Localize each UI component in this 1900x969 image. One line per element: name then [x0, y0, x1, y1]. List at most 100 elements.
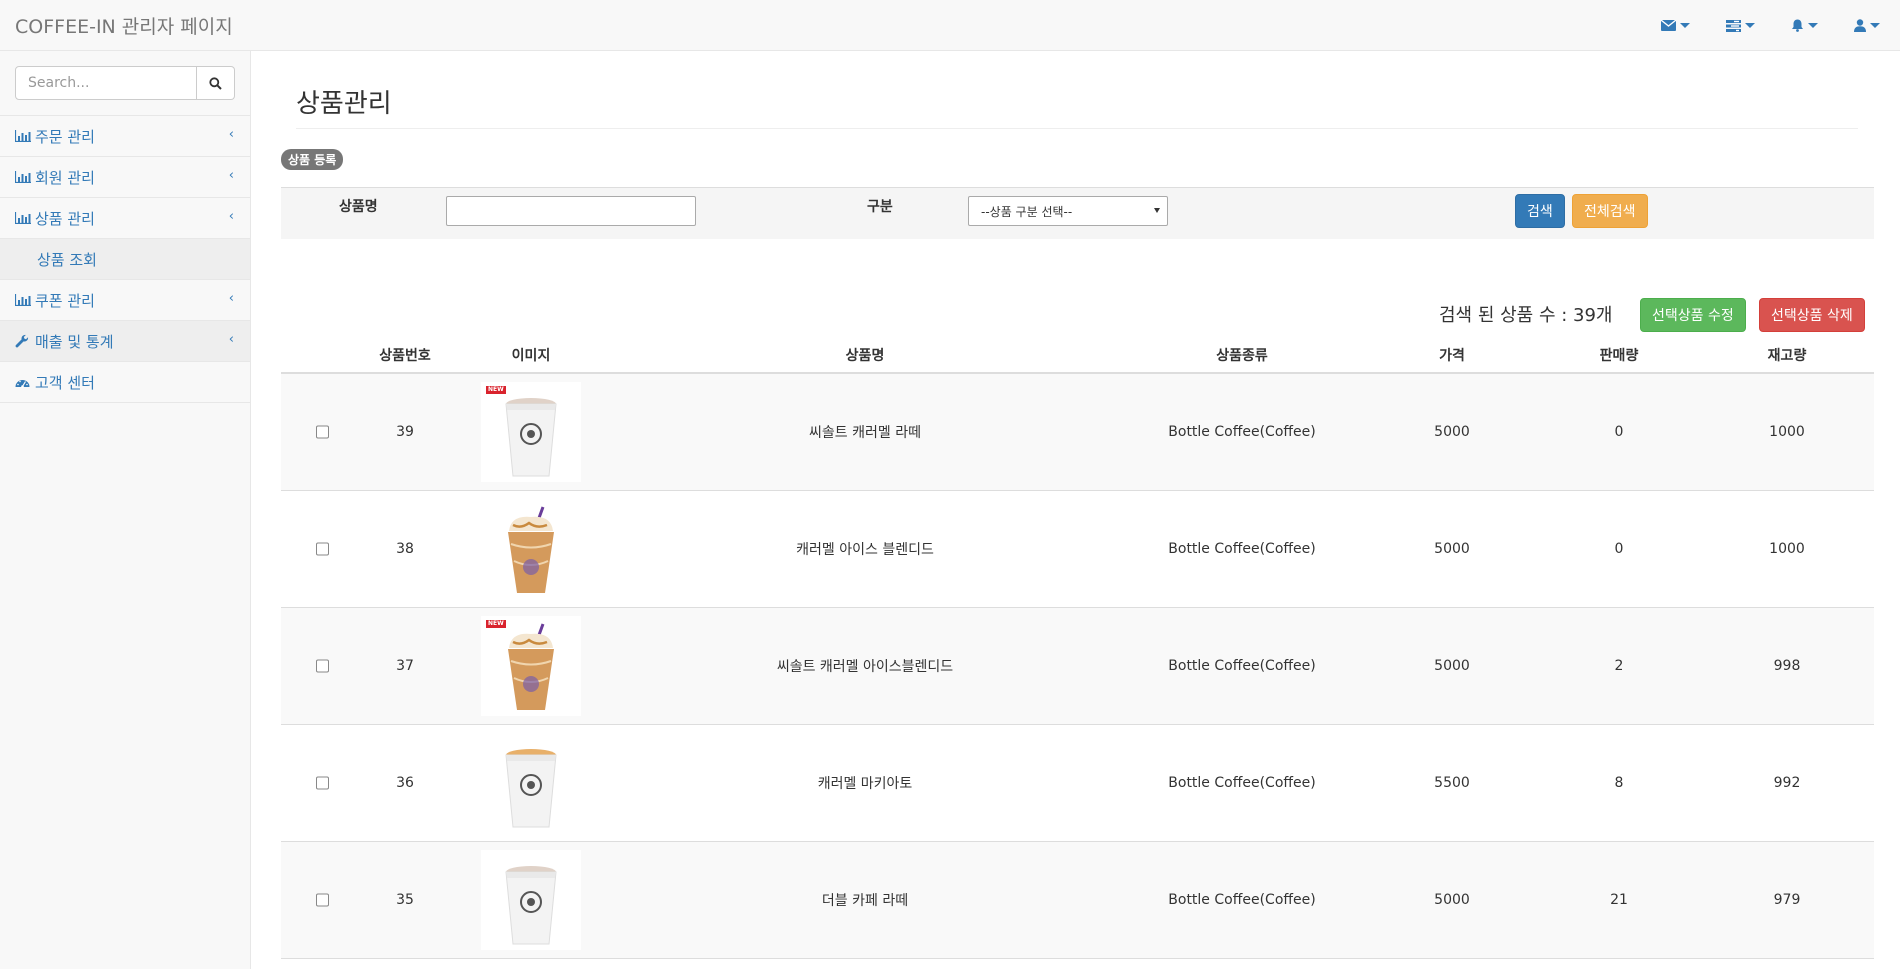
bar-chart-icon — [15, 130, 33, 142]
table-row: 36 캐러멜 마키아토 Bottle Coffee(Coffee) 5500 8 992 — [281, 725, 1874, 842]
row-checkbox[interactable] — [316, 425, 329, 439]
tasks-icon — [1726, 19, 1741, 32]
table-header: 상품번호 이미지 상품명 상품종류 가격 판매량 재고량 — [281, 338, 1874, 374]
new-badge: NEW — [486, 386, 506, 394]
cell-price: 5000 — [1434, 658, 1470, 674]
top-navbar: COFFEE-IN 관리자 페이지 — [0, 0, 1900, 51]
table-row: 38 캐러멜 아이스 블렌디드 Bottle Coffee(Coffee) 5000 0… — [281, 491, 1874, 608]
search-all-button[interactable]: 전체검색 — [1572, 194, 1648, 228]
cell-sold: 2 — [1614, 658, 1624, 674]
chevron-down-icon — [1870, 23, 1880, 28]
chevron-down-icon — [1154, 208, 1160, 213]
product-image: NEW — [481, 382, 581, 482]
product-type-selected: --상품 구분 선택-- — [981, 205, 1073, 219]
product-type-label: 구분 — [867, 199, 893, 215]
row-checkbox[interactable] — [316, 776, 329, 790]
cell-stock: 979 — [1773, 892, 1801, 908]
bar-chart-icon — [15, 171, 33, 183]
chevron-down-icon — [1745, 23, 1755, 28]
cell-stock: 992 — [1773, 775, 1801, 791]
column-header: 재고량 — [1767, 348, 1807, 364]
user-icon — [1854, 19, 1866, 32]
brand-title[interactable]: COFFEE-IN 관리자 페이지 — [15, 12, 233, 39]
row-checkbox[interactable] — [316, 542, 329, 556]
chevron-left-icon: ‹ — [228, 291, 234, 306]
product-image — [481, 850, 581, 950]
cell-id: 36 — [396, 775, 414, 791]
result-count: 검색 된 상품 수 : 39개 — [1439, 305, 1613, 326]
cell-name: 씨솔트 캐러멜 아이스블렌디드 — [776, 659, 954, 675]
sidebar-item-customer-center[interactable]: 고객 센터 — [0, 362, 250, 403]
cell-type: Bottle Coffee(Coffee) — [1168, 892, 1316, 908]
sidebar-search — [0, 51, 250, 116]
sidebar-item-members[interactable]: 회원 관리 ‹ — [0, 157, 250, 198]
cell-id: 37 — [396, 658, 414, 674]
cell-type: Bottle Coffee(Coffee) — [1168, 424, 1316, 440]
sidebar: 주문 관리 ‹ 회원 관리 ‹ 상품 관리 ‹ 상품 조회 쿠폰 관리 ‹ 매출… — [0, 51, 251, 969]
chevron-left-icon: ‹ — [228, 127, 234, 142]
cell-name: 캐러멜 아이스 블렌디드 — [796, 542, 934, 558]
column-header: 상품명 — [845, 348, 885, 364]
column-header: 이미지 — [511, 348, 551, 364]
bell-icon — [1792, 19, 1803, 32]
cell-sold: 0 — [1614, 541, 1624, 557]
sidebar-item-label: 매출 및 통계 — [35, 332, 114, 351]
tasks-dropdown[interactable] — [1726, 19, 1755, 32]
product-image — [481, 499, 581, 599]
product-table: 상품번호 이미지 상품명 상품종류 가격 판매량 재고량 NEW 39 씨솔트 캐러… — [281, 338, 1874, 959]
cell-name: 더블 카페 라떼 — [821, 893, 909, 909]
cell-sold: 0 — [1614, 424, 1624, 440]
sidebar-item-label: 회원 관리 — [35, 168, 95, 187]
dashboard-icon — [15, 376, 33, 388]
user-dropdown[interactable] — [1854, 19, 1880, 32]
sidebar-item-label: 주문 관리 — [35, 127, 95, 146]
navbar-right — [1625, 0, 1880, 51]
sidebar-item-sales-stats[interactable]: 매출 및 통계 ‹ — [0, 321, 250, 362]
register-product-badge[interactable]: 상품 등록 — [281, 149, 344, 170]
cell-price: 5000 — [1434, 424, 1470, 440]
table-body: NEW 39 씨솔트 캐러멜 라떼 Bottle Coffee(Coffee) 5000… — [281, 374, 1874, 959]
cell-type: Bottle Coffee(Coffee) — [1168, 541, 1316, 557]
search-submit-button[interactable]: 검색 — [1515, 194, 1565, 228]
envelope-icon — [1661, 20, 1676, 31]
cell-sold: 8 — [1614, 775, 1624, 791]
search-input[interactable] — [15, 66, 197, 100]
cell-price: 5500 — [1434, 775, 1470, 791]
row-checkbox[interactable] — [316, 659, 329, 673]
alerts-dropdown[interactable] — [1791, 19, 1818, 32]
sidebar-item-label: 고객 센터 — [35, 373, 95, 392]
new-badge: NEW — [486, 620, 506, 628]
edit-selected-button[interactable]: 선택상품 수정 — [1640, 298, 1746, 332]
product-type-select[interactable]: --상품 구분 선택-- — [968, 196, 1168, 226]
sidebar-item-orders[interactable]: 주문 관리 ‹ — [0, 116, 250, 157]
table-row: 35 더블 카페 라떼 Bottle Coffee(Coffee) 5000 21 979 — [281, 842, 1874, 959]
sidebar-item-products[interactable]: 상품 관리 ‹ — [0, 198, 250, 239]
chevron-left-icon: ‹ — [228, 168, 234, 183]
sidebar-item-label: 상품 조회 — [37, 250, 97, 269]
cell-stock: 998 — [1773, 658, 1801, 674]
cell-price: 5000 — [1434, 892, 1470, 908]
column-header: 판매량 — [1599, 348, 1639, 364]
chevron-down-icon — [1808, 23, 1818, 28]
wrench-icon — [15, 334, 33, 348]
sidebar-item-product-list[interactable]: 상품 조회 — [0, 239, 250, 280]
row-checkbox[interactable] — [316, 893, 329, 907]
search-button[interactable] — [197, 66, 235, 100]
bar-chart-icon — [15, 212, 33, 224]
chevron-left-icon: ‹ — [228, 209, 234, 224]
cell-sold: 21 — [1610, 892, 1628, 908]
column-header: 가격 — [1439, 348, 1465, 364]
column-header: 상품번호 — [379, 348, 431, 364]
sidebar-item-coupons[interactable]: 쿠폰 관리 ‹ — [0, 280, 250, 321]
product-name-label: 상품명 — [339, 199, 378, 215]
page-title: 상품관리 — [296, 83, 1858, 129]
delete-selected-button[interactable]: 선택상품 삭제 — [1759, 298, 1865, 332]
product-name-input[interactable] — [446, 196, 696, 226]
product-image: NEW — [481, 616, 581, 716]
sidebar-item-label: 상품 관리 — [35, 209, 95, 228]
chevron-down-icon — [1680, 23, 1690, 28]
messages-dropdown[interactable] — [1661, 20, 1690, 31]
cell-name: 씨솔트 캐러멜 라떼 — [809, 425, 921, 441]
bar-chart-icon — [15, 294, 33, 306]
cell-id: 39 — [396, 424, 414, 440]
